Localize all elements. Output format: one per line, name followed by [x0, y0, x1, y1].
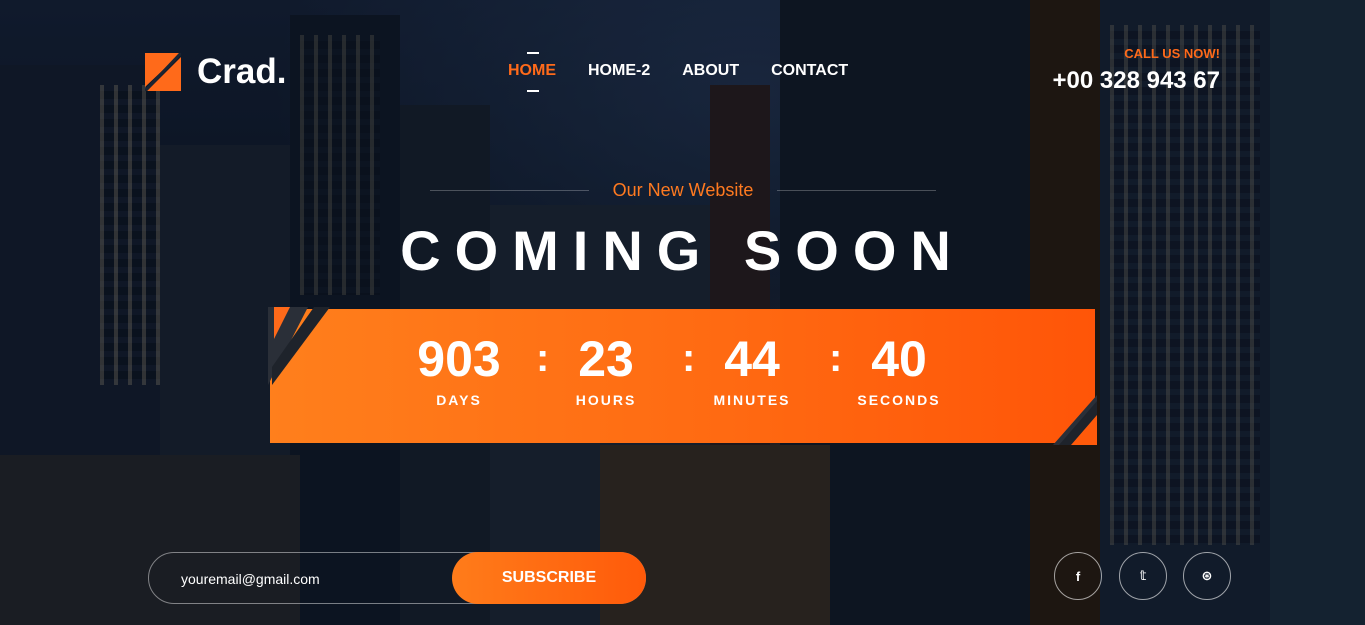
countdown-days: 903 DAYS	[394, 330, 524, 408]
nav-home[interactable]: HOME	[508, 62, 556, 80]
divider-right	[777, 190, 936, 191]
logo-mark-icon	[143, 51, 183, 93]
facebook-icon[interactable]: f	[1054, 552, 1102, 600]
nav-about[interactable]: ABOUT	[682, 62, 739, 80]
minutes-label: MINUTES	[713, 392, 791, 408]
call-us: CALL US NOW! +00 328 943 67	[1053, 46, 1221, 95]
hours-value: 23	[578, 331, 634, 387]
days-label: DAYS	[436, 392, 482, 408]
dribbble-icon[interactable]: ⊛	[1183, 552, 1231, 600]
email-input[interactable]	[179, 553, 453, 605]
nav-contact[interactable]: CONTACT	[771, 62, 848, 80]
subscribe-button[interactable]: SUBSCRIBE	[452, 552, 646, 604]
countdown-minutes: 44 MINUTES	[687, 330, 817, 408]
brand-name: Crad.	[197, 52, 287, 91]
call-us-label: CALL US NOW!	[1124, 46, 1220, 61]
subscribe-form: SUBSCRIBE	[148, 552, 646, 605]
twitter-icon[interactable]: 𝕥	[1119, 552, 1167, 600]
panel-corner-top-left	[268, 307, 330, 385]
page-title: COMING SOON	[400, 219, 965, 282]
brand-logo[interactable]: Crad.	[143, 51, 287, 93]
nav-home-2[interactable]: HOME-2	[588, 62, 650, 80]
tagline: Our New Website	[612, 180, 754, 200]
main-nav: HOME HOME-2 ABOUT CONTACT	[508, 62, 880, 80]
hours-label: HOURS	[575, 392, 637, 408]
seconds-label: SECONDS	[857, 392, 941, 408]
minutes-value: 44	[724, 331, 780, 387]
tagline-row: Our New Website	[430, 180, 936, 201]
nav-active-indicator-top	[527, 52, 539, 54]
panel-corner-bottom-right	[1053, 395, 1097, 445]
countdown-seconds: 40 SECONDS	[834, 330, 964, 408]
nav-active-indicator-bottom	[527, 90, 539, 92]
countdown-hours: 23 HOURS	[541, 330, 671, 408]
phone-number[interactable]: +00 328 943 67	[1053, 67, 1221, 95]
divider-left	[430, 190, 589, 191]
days-value: 903	[417, 331, 501, 387]
seconds-value: 40	[871, 331, 927, 387]
